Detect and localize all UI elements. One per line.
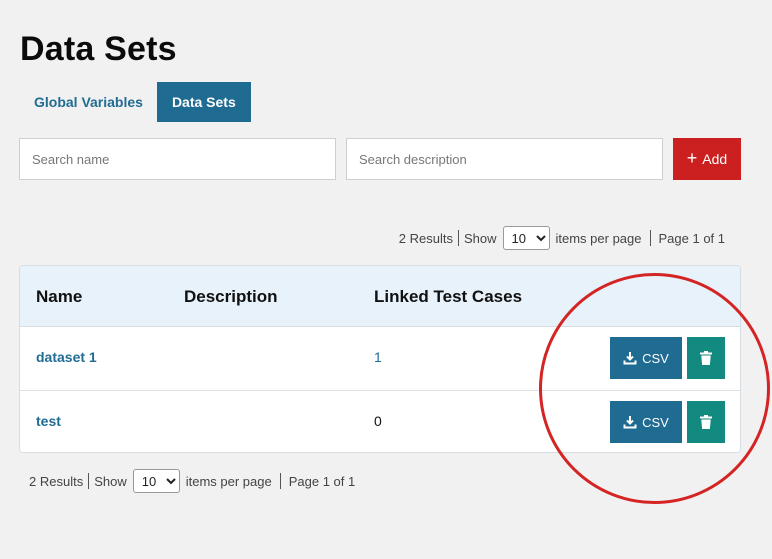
search-name-input[interactable]: [19, 138, 336, 180]
table-header: Name Description Linked Test Cases: [20, 266, 740, 327]
table-row: test 0 CSV: [20, 390, 740, 452]
search-description-input[interactable]: [346, 138, 663, 180]
delete-button[interactable]: [687, 401, 725, 443]
add-button-label: Add: [702, 151, 728, 167]
divider: [279, 473, 281, 489]
csv-download-button[interactable]: CSV: [610, 337, 682, 379]
download-icon: [623, 416, 637, 429]
linked-test-cases-count: 0: [374, 413, 382, 429]
trash-icon: [700, 415, 712, 429]
plus-icon: +: [686, 148, 698, 168]
page-size-select[interactable]: 10: [132, 469, 180, 493]
tab-global-variables[interactable]: Global Variables: [20, 82, 157, 122]
pagination-bottom: 2 Results Show 10 items per page Page 1 …: [29, 469, 355, 493]
results-count: 2 Results: [29, 473, 84, 489]
add-button[interactable]: + Add: [673, 138, 741, 180]
trash-icon: [700, 351, 712, 365]
items-per-page-label: items per page: [185, 473, 272, 489]
divider: [88, 473, 90, 489]
csv-button-label: CSV: [642, 350, 669, 366]
dataset-name-link[interactable]: test: [36, 413, 61, 429]
divider: [649, 230, 651, 246]
page-indicator: Page 1 of 1: [658, 230, 726, 246]
column-header-name: Name: [36, 287, 83, 306]
column-header-description: Description: [184, 287, 278, 306]
divider: [457, 230, 459, 246]
tab-bar: Global Variables Data Sets: [20, 82, 251, 122]
csv-download-button[interactable]: CSV: [610, 401, 682, 443]
data-sets-table: Name Description Linked Test Cases datas…: [19, 265, 741, 453]
dataset-name-link[interactable]: dataset 1: [36, 349, 97, 365]
column-header-linked-test-cases: Linked Test Cases: [374, 287, 523, 306]
show-label: Show: [94, 473, 127, 489]
show-label: Show: [463, 230, 497, 246]
page-size-select[interactable]: 10: [502, 226, 550, 250]
results-count: 2 Results: [398, 230, 453, 246]
download-icon: [623, 352, 637, 365]
pagination-top: 2 Results Show 10 items per page Page 1 …: [399, 226, 725, 250]
table-row: dataset 1 1 CSV: [20, 327, 740, 390]
tab-data-sets[interactable]: Data Sets: [156, 82, 251, 122]
page-title: Data Sets: [20, 30, 177, 68]
page-indicator: Page 1 of 1: [288, 473, 356, 489]
delete-button[interactable]: [687, 337, 725, 379]
linked-test-cases-link[interactable]: 1: [374, 349, 382, 365]
items-per-page-label: items per page: [555, 230, 642, 246]
csv-button-label: CSV: [642, 414, 669, 430]
